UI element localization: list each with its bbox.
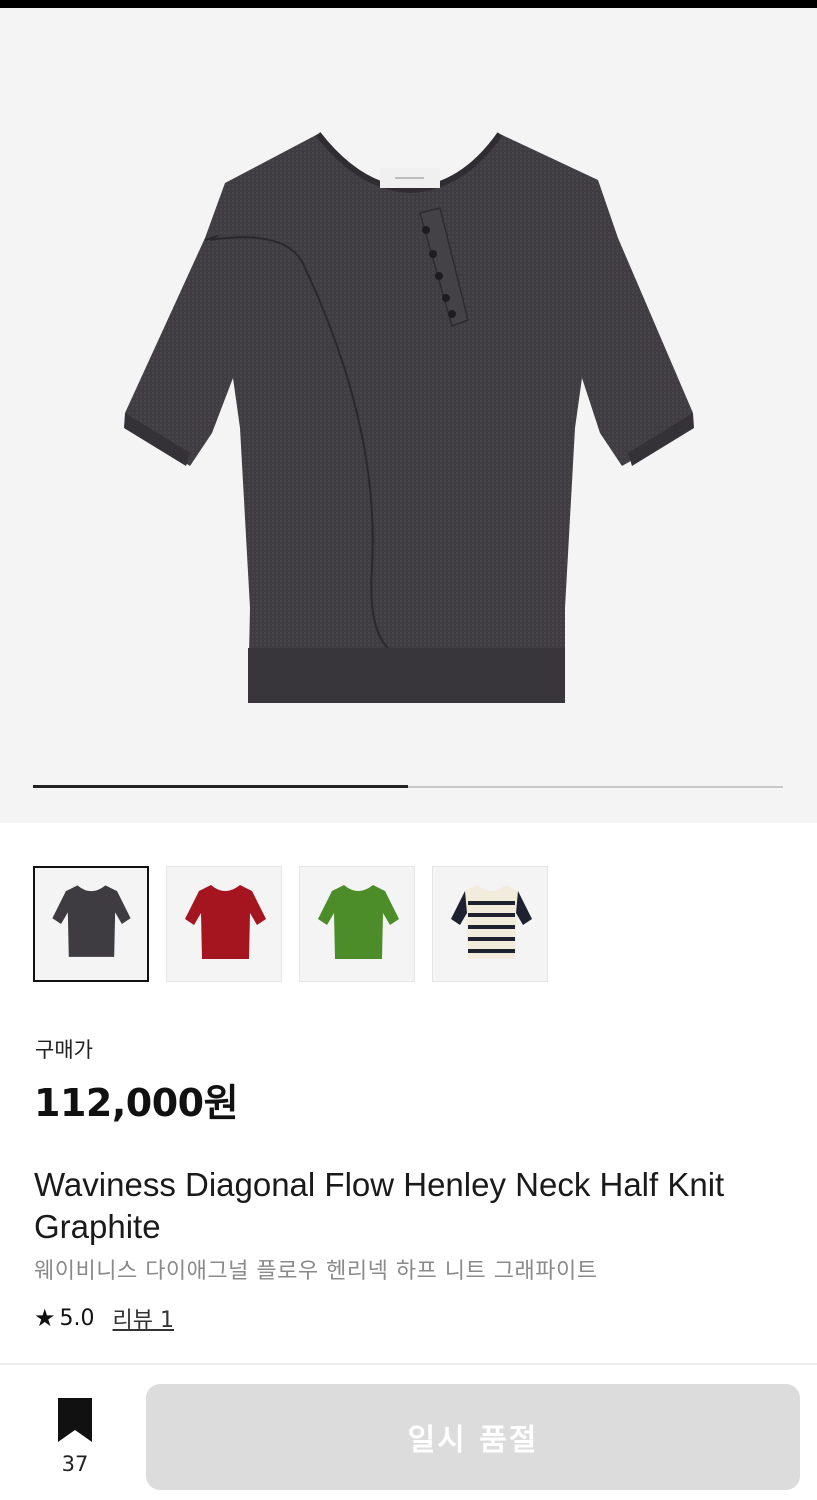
product-main-image (124, 132, 694, 703)
rating-row: ★ 5.0 리뷰 1 (34, 1302, 174, 1334)
thumb-stripe[interactable] (432, 866, 548, 982)
sold-out-button[interactable]: 일시 품절 (146, 1384, 800, 1490)
gallery-progress-track (33, 785, 783, 788)
bookmark-icon (58, 1398, 92, 1442)
graphite-shirt-thumbnail (52, 885, 131, 957)
bookmark-count: 37 (61, 1452, 89, 1476)
status-bar (0, 0, 817, 8)
thumb-red[interactable] (166, 866, 282, 982)
product-name-korean: 웨이비니스 다이애그널 플로우 헨리넥 하프 니트 그래파이트 (34, 1259, 598, 1284)
thumb-graphite[interactable] (33, 866, 149, 982)
stripe-shirt-thumbnail (451, 885, 532, 959)
rating-score: 5.0 (59, 1305, 95, 1331)
thumb-green[interactable] (299, 866, 415, 982)
product-image-gallery[interactable] (0, 8, 817, 823)
bookmark-button[interactable]: 37 (50, 1398, 100, 1478)
green-shirt-thumbnail (318, 885, 399, 959)
color-thumbnails (33, 866, 548, 982)
price-label: 구매가 (35, 1038, 93, 1062)
product-name-english: Waviness Diagonal Flow Henley Neck Half … (34, 1166, 725, 1245)
review-link[interactable]: 리뷰 1 (113, 1302, 174, 1334)
red-shirt-thumbnail (185, 885, 266, 959)
product-price: 112,000원 (34, 1081, 239, 1125)
gallery-progress-fill (33, 785, 408, 788)
star-icon: ★ (34, 1304, 56, 1332)
footer-divider (0, 1363, 817, 1365)
